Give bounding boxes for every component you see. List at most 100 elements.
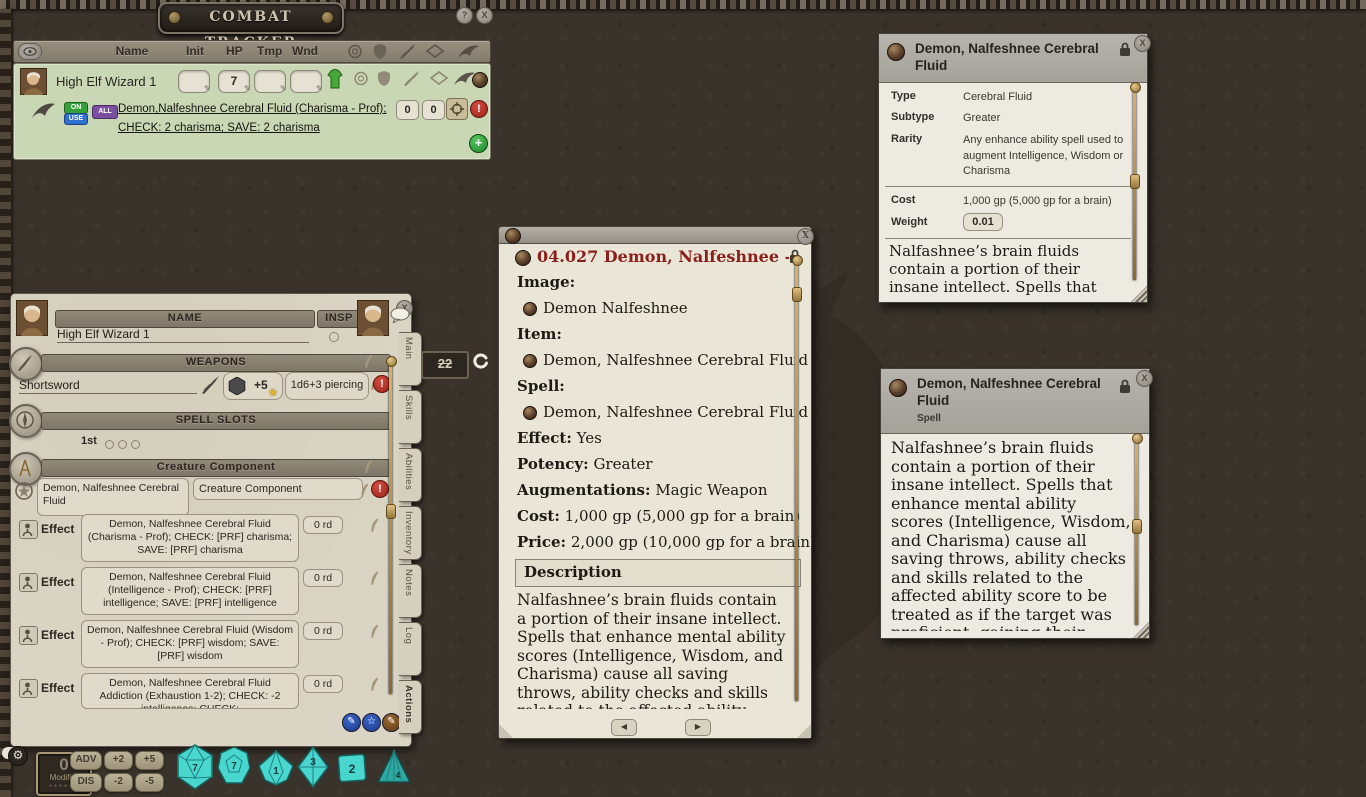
help-button[interactable]: ?: [456, 7, 473, 24]
component-type-field[interactable]: Creature Component: [193, 478, 363, 500]
effect-duration-field[interactable]: 0 rd: [303, 675, 343, 693]
target-icon[interactable]: [352, 71, 370, 86]
chat-bubble-icon[interactable]: [390, 307, 410, 323]
close-button[interactable]: X: [797, 228, 814, 245]
prev-page-button[interactable]: ◀: [611, 719, 637, 736]
image-link[interactable]: Demon Nalfeshnee: [543, 299, 688, 317]
effect-target-button[interactable]: [446, 98, 468, 120]
effect-counter1[interactable]: 0: [396, 100, 419, 120]
quill-edit-icon[interactable]: [359, 483, 370, 498]
attack-sword-icon[interactable]: [199, 374, 221, 396]
visibility-toggle-button[interactable]: [18, 43, 42, 60]
effect-person-button[interactable]: [19, 626, 38, 645]
d10-die[interactable]: 1: [257, 750, 295, 786]
combat-tracker-titlebar[interactable]: COMBAT TRACKER: [158, 2, 344, 34]
reference-scrollbar[interactable]: [795, 263, 798, 701]
effect-bird-icon[interactable]: [30, 100, 56, 120]
adv-button[interactable]: ADV: [70, 751, 102, 770]
effect-text-field[interactable]: Demon, Nalfeshnee Cerebral Fluid (Wisdom…: [81, 620, 299, 668]
window-orb-icon[interactable]: [889, 379, 907, 397]
character-portrait[interactable]: [357, 300, 389, 336]
lock-icon[interactable]: [1119, 379, 1131, 394]
quill-edit-icon[interactable]: [369, 571, 380, 586]
shield-icon[interactable]: [376, 70, 392, 87]
tab-log[interactable]: Log: [399, 622, 422, 676]
d6-die[interactable]: 2: [336, 752, 368, 784]
effect-person-button[interactable]: [19, 573, 38, 592]
item-link[interactable]: Demon, Nalfeshnee Cerebral Fluid: [543, 351, 808, 369]
component-name-field[interactable]: Demon, Nalfeshnee Cerebral Fluid: [37, 478, 189, 516]
effect-text-field[interactable]: Demon, Nalfeshnee Cerebral Fluid (Charis…: [81, 514, 299, 562]
tab-main[interactable]: Main: [399, 332, 422, 386]
effect-duration-field[interactable]: 0 rd: [303, 516, 343, 534]
armor-icon[interactable]: [327, 69, 343, 89]
sword-icon[interactable]: [402, 70, 422, 87]
scrollbar-knob[interactable]: [1130, 174, 1140, 189]
tab-abilities[interactable]: Abilities: [399, 448, 422, 502]
component-alert-button[interactable]: !: [371, 480, 389, 498]
effect-duration-field[interactable]: 0 rd: [303, 622, 343, 640]
link-orb-icon[interactable]: [523, 406, 537, 420]
item-window-titlebar[interactable]: Demon, Nalfeshnee Cerebral Fluid: [879, 34, 1147, 83]
faction-orb-icon[interactable]: [472, 72, 488, 88]
spell-slots-section-icon[interactable]: [9, 404, 43, 438]
effect-alert-button[interactable]: !: [470, 100, 488, 118]
d4-die[interactable]: 4: [376, 748, 412, 786]
tab-skills[interactable]: Skills: [399, 390, 422, 444]
refresh-button[interactable]: [470, 350, 492, 372]
component-star-icon[interactable]: [15, 482, 33, 500]
tab-actions[interactable]: Actions: [399, 680, 422, 734]
close-button[interactable]: X: [476, 7, 493, 24]
quill-edit-icon[interactable]: [369, 677, 380, 692]
scrollbar-knob[interactable]: [792, 287, 802, 302]
effect-duration-field[interactable]: 0 rd: [303, 569, 343, 587]
scrollbar-knob[interactable]: [1132, 519, 1142, 534]
favorite-star-button[interactable]: ☆: [362, 713, 381, 732]
character-portrait[interactable]: [16, 300, 48, 336]
link-orb-icon[interactable]: [523, 354, 537, 368]
character-name-field[interactable]: High Elf Wizard 1: [57, 327, 309, 343]
d8-die[interactable]: 3: [296, 746, 330, 788]
d12-die[interactable]: 7: [217, 746, 251, 786]
minus2-button[interactable]: -2: [104, 773, 133, 792]
combatant-name[interactable]: High Elf Wizard 1: [56, 74, 156, 89]
close-button[interactable]: X: [1136, 370, 1153, 387]
reference-titlebar[interactable]: [499, 227, 811, 244]
effect-use-badge[interactable]: USE: [64, 113, 88, 125]
resize-handle[interactable]: [1131, 286, 1147, 302]
quill-edit-icon[interactable]: [363, 459, 374, 474]
tab-inventory[interactable]: Inventory: [399, 506, 422, 560]
spell-window-titlebar[interactable]: Demon, Nalfeshnee Cerebral Fluid Spell: [881, 369, 1149, 434]
weapons-section-icon[interactable]: [9, 347, 43, 381]
quill-edit-icon[interactable]: [363, 354, 374, 369]
plus5-button[interactable]: +5: [135, 751, 164, 770]
reference-orb-icon[interactable]: [515, 250, 531, 266]
next-page-button[interactable]: ▶: [685, 719, 711, 736]
spell-link[interactable]: Demon, Nalfeshnee Cerebral Fluid: [543, 403, 808, 421]
window-orb-icon[interactable]: [505, 228, 521, 244]
dis-button[interactable]: DIS: [70, 773, 102, 792]
effect-all-badge[interactable]: ALL: [92, 105, 118, 119]
weapon-name-field[interactable]: Shortsword: [19, 378, 197, 394]
inspiration-pip[interactable]: [329, 332, 339, 342]
effect-text-field[interactable]: Demon, Nalfeshnee Cerebral Fluid (Intell…: [81, 567, 299, 615]
add-effect-button[interactable]: +: [469, 134, 488, 153]
close-button[interactable]: X: [1134, 35, 1151, 52]
quill-edit-icon[interactable]: [369, 518, 380, 533]
edit-mode-button[interactable]: ✎: [342, 713, 361, 732]
diamond-icon[interactable]: [430, 71, 448, 85]
lock-icon[interactable]: [1119, 42, 1131, 57]
d20-die[interactable]: 7: [176, 744, 214, 790]
effect-person-button[interactable]: [19, 679, 38, 698]
damage-roll-button[interactable]: 1d6+3 piercing: [285, 372, 369, 400]
sheet-scrollbar[interactable]: [389, 364, 392, 694]
counter-widget-field[interactable]: 22: [421, 351, 469, 379]
tab-notes[interactable]: Notes: [399, 564, 422, 618]
combatant-row[interactable]: High Elf Wizard 1 ✎ 7 ✎ ✎ ✎: [13, 63, 491, 160]
scrollbar-knob[interactable]: [386, 504, 396, 519]
settings-gear-button[interactable]: ⚙: [8, 746, 28, 766]
effect-person-button[interactable]: [19, 520, 38, 539]
attack-roll-button[interactable]: +5 ★: [223, 372, 283, 400]
effect-text-field[interactable]: Demon,Nalfeshnee Cerebral Fluid (Charism…: [118, 100, 406, 138]
quill-edit-icon[interactable]: [369, 624, 380, 639]
